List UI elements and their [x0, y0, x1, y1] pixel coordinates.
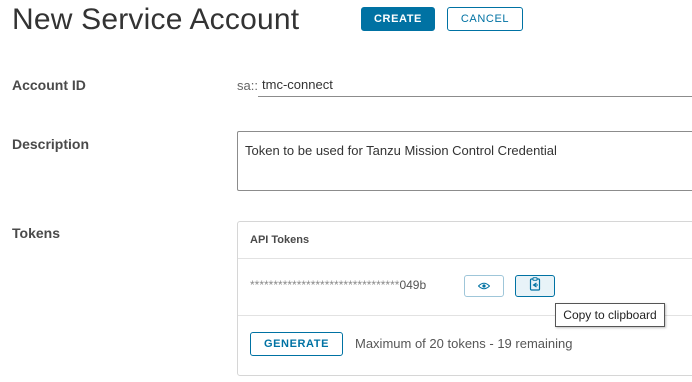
eye-icon: [477, 277, 491, 295]
description-label: Description: [12, 136, 90, 152]
clipboard-icon: [529, 276, 541, 296]
show-token-button[interactable]: [464, 275, 504, 297]
account-id-input[interactable]: [258, 72, 692, 97]
tokens-label: Tokens: [12, 225, 60, 241]
generate-button[interactable]: GENERATE: [250, 332, 343, 356]
token-suffix: 049b: [399, 278, 427, 292]
description-textarea[interactable]: Token to be used for Tanzu Mission Contr…: [237, 131, 692, 191]
copy-token-button[interactable]: [515, 275, 555, 297]
api-tokens-title: API Tokens: [238, 222, 692, 259]
cancel-button[interactable]: CANCEL: [447, 7, 523, 31]
token-value: ********************************049b: [250, 278, 426, 292]
page-title: New Service Account: [12, 3, 300, 36]
api-tokens-card: API Tokens *****************************…: [237, 221, 692, 376]
account-id-prefix: sa::: [237, 78, 258, 93]
new-service-account-page: New Service Account CREATE CANCEL Accoun…: [0, 0, 692, 382]
account-id-label: Account ID: [12, 77, 86, 93]
create-button[interactable]: CREATE: [361, 7, 435, 31]
token-masked: ********************************: [250, 278, 400, 292]
copy-tooltip: Copy to clipboard: [555, 303, 665, 327]
token-limit-text: Maximum of 20 tokens - 19 remaining: [355, 336, 573, 351]
